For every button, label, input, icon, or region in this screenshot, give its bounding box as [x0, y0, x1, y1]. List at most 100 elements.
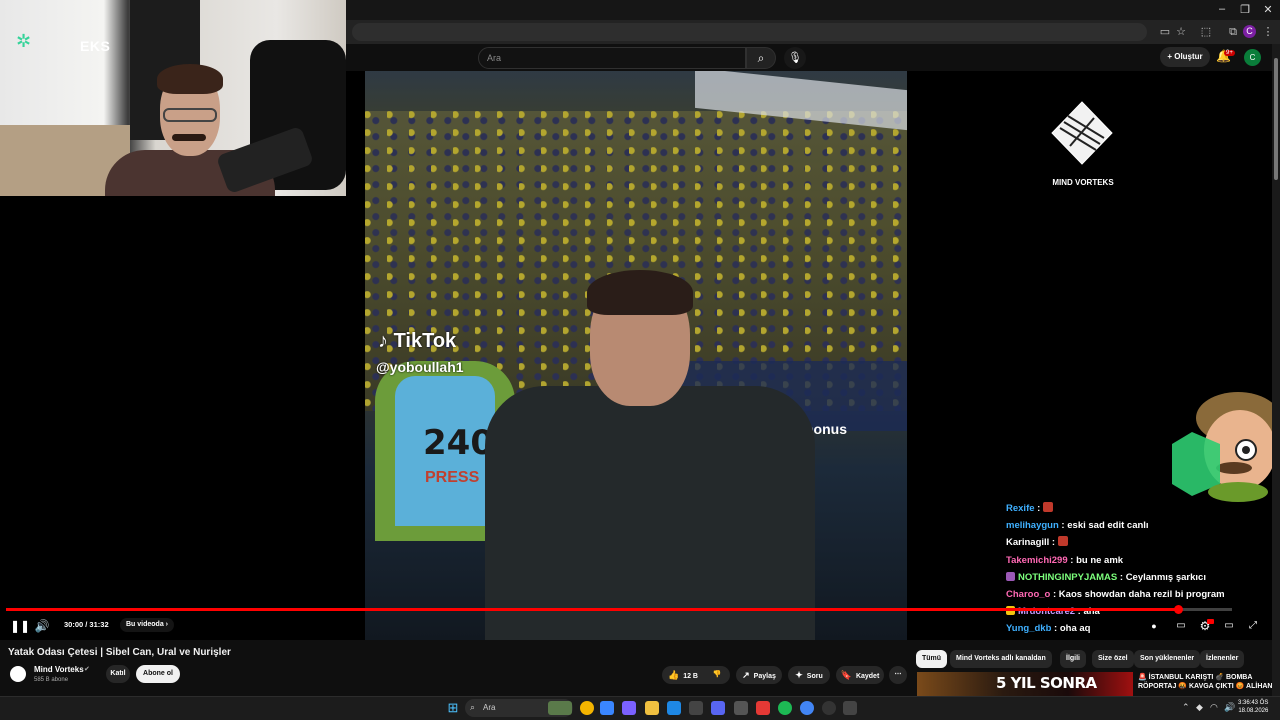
chat-message: melihaygun : eski sad edit canlı	[1006, 520, 1149, 532]
save-button[interactable]: 🔖 Kaydet	[836, 666, 884, 684]
windows-start-icon[interactable]: ⊞	[446, 701, 460, 715]
tray-wifi-icon[interactable]: ◠	[1210, 702, 1218, 713]
share-button[interactable]: ↗ Paylaş	[736, 666, 782, 684]
chat-username: Rexife	[1006, 503, 1035, 514]
microphone-icon: 🎙	[788, 52, 802, 64]
recommended-video-title[interactable]: 🚨 İSTANBUL KARIŞTI 💣 BOMBA RÖPORTAJ 🤬 KA…	[1138, 673, 1274, 691]
record-icon[interactable]	[756, 701, 770, 715]
chat-badge-icon	[1006, 571, 1015, 581]
minimize-button[interactable]: –	[1212, 3, 1232, 15]
obs-icon[interactable]	[822, 701, 836, 715]
discord-icon[interactable]	[711, 701, 725, 715]
time-display: 30:00 / 31:32	[64, 620, 109, 629]
chapter-label: Bu videoda	[126, 621, 164, 628]
spotify-icon[interactable]	[778, 701, 792, 715]
filter-chip[interactable]: İzlenenler	[1200, 650, 1245, 668]
channel-avatar[interactable]	[10, 666, 26, 682]
filter-chip[interactable]: Tümü	[916, 650, 948, 668]
browser-profile-avatar[interactable]: C	[1243, 25, 1256, 38]
hd-badge	[1207, 619, 1214, 624]
subscriber-count: 585 B abone	[34, 677, 69, 683]
address-bar[interactable]	[352, 23, 1147, 41]
filter-chip[interactable]: Size özel	[1092, 650, 1134, 668]
bookmark-icon: 🔖	[840, 670, 852, 680]
chat-username: Charoo_o	[1006, 588, 1051, 600]
chat-username: NOTHINGINPYJAMAS	[1018, 571, 1118, 583]
file-explorer-icon[interactable]	[645, 701, 659, 715]
create-button[interactable]: + Oluştur	[1160, 47, 1210, 67]
sparkle-icon: ✦	[795, 670, 803, 680]
task-view-icon[interactable]	[600, 701, 614, 715]
ask-label: Soru	[806, 673, 823, 680]
channel-name[interactable]: Mind Vorteks	[34, 665, 84, 674]
taskbar-clock[interactable]: 3:36:43 ÖS 18.08.2026	[1238, 699, 1268, 715]
vorteks-logo-icon: ✲	[16, 31, 32, 51]
tray-chevron-icon[interactable]: ⌃	[1182, 702, 1190, 713]
filter-chip[interactable]: Son yüklenenler	[1134, 650, 1201, 668]
progress-scrubber-handle[interactable]	[1174, 605, 1183, 614]
thumbs-down-icon: 👎	[712, 671, 722, 678]
theater-mode-icon[interactable]: ▭	[1222, 618, 1236, 634]
windows-taskbar	[0, 696, 1280, 720]
search-input[interactable]: Ara	[478, 47, 746, 69]
chat-message: NOTHINGINPYJAMAS : Ceylanmış şarkıcı	[1006, 569, 1268, 586]
chat-username: Takemichi299	[1006, 554, 1068, 566]
account-avatar[interactable]: C	[1244, 49, 1261, 66]
like-count: 12 B	[683, 673, 698, 680]
chat-text: Kaos showdan daha rezil bi program	[1058, 588, 1225, 600]
search-button[interactable]: ⌕	[746, 47, 776, 69]
widget-icon[interactable]	[548, 701, 572, 715]
share-label: Paylaş	[753, 673, 776, 680]
browser-tab-strip	[346, 0, 1280, 20]
subtitles-icon[interactable]: ▭	[1174, 618, 1188, 634]
chat-emote-icon	[1042, 502, 1053, 512]
coat	[485, 386, 815, 640]
star-icon[interactable]: ☆	[1173, 24, 1189, 40]
subscribe-button[interactable]: Abone ol	[136, 665, 180, 683]
volume-icon[interactable]: 🔊	[34, 618, 50, 634]
puzzle-icon[interactable]: ⧉	[1225, 24, 1241, 40]
like-button[interactable]: 👍 12 B	[664, 666, 702, 684]
steam-icon[interactable]	[734, 701, 748, 715]
chat-text: bu ne amk	[1076, 554, 1124, 566]
video-frame[interactable]: bonus 240 PRESS	[365, 71, 907, 640]
join-button[interactable]: Katıl	[106, 665, 130, 683]
browser-menu-icon[interactable]: ⋮	[1260, 24, 1276, 40]
filter-chip[interactable]: Mind Vorteks adlı kanaldan	[950, 650, 1052, 668]
autoplay-toggle[interactable]: ●	[1148, 618, 1160, 634]
save-label: Kaydet	[855, 673, 880, 680]
hair	[587, 270, 693, 315]
chat-username: Karinagill	[1006, 537, 1050, 549]
voice-search-button[interactable]: 🎙	[784, 47, 806, 69]
filter-chip[interactable]: İlgili	[1060, 650, 1086, 668]
streamer-moustache	[172, 134, 206, 141]
more-dots-icon: ⋯	[894, 671, 902, 678]
chrome-active-icon[interactable]	[800, 701, 814, 715]
clock-date: 18.08.2026	[1238, 708, 1269, 714]
close-window-button[interactable]: ✕	[1258, 3, 1278, 16]
ask-button[interactable]: ✦ Soru	[788, 666, 830, 684]
fullscreen-icon[interactable]: ⤢	[1246, 618, 1260, 634]
chat-emote-icon	[1057, 536, 1068, 547]
extensions-icon[interactable]: ⬚	[1198, 24, 1214, 40]
chat-username: melihaygun	[1006, 520, 1059, 532]
cast-icon[interactable]: ▭	[1157, 24, 1173, 40]
streamer-glasses	[163, 108, 217, 122]
video-title: Yatak Odası Çetesi | Sibel Can, Ural ve …	[8, 647, 231, 658]
scrollbar-thumb[interactable]	[1274, 58, 1278, 180]
progress-bar-played	[6, 608, 1178, 611]
maximize-button[interactable]: ❐	[1235, 3, 1255, 16]
app-icon[interactable]	[843, 701, 857, 715]
chrome-taskbar-icon[interactable]	[580, 701, 594, 715]
copilot-icon[interactable]	[622, 701, 636, 715]
taskbar-search-icon: ⌕	[470, 702, 476, 712]
more-actions-button[interactable]: ⋯	[889, 666, 907, 684]
pause-button[interactable]: ❚❚	[10, 618, 30, 634]
chapter-button[interactable]: Bu videoda ›	[120, 618, 175, 632]
tray-volume-icon[interactable]: 🔊	[1224, 702, 1235, 713]
store-icon[interactable]	[689, 701, 703, 715]
tray-app-icon[interactable]: ◆	[1196, 702, 1203, 713]
edge-icon[interactable]	[667, 701, 681, 715]
dislike-button[interactable]: 👎	[706, 666, 728, 684]
chat-message: Karinagill :	[1006, 534, 1268, 551]
